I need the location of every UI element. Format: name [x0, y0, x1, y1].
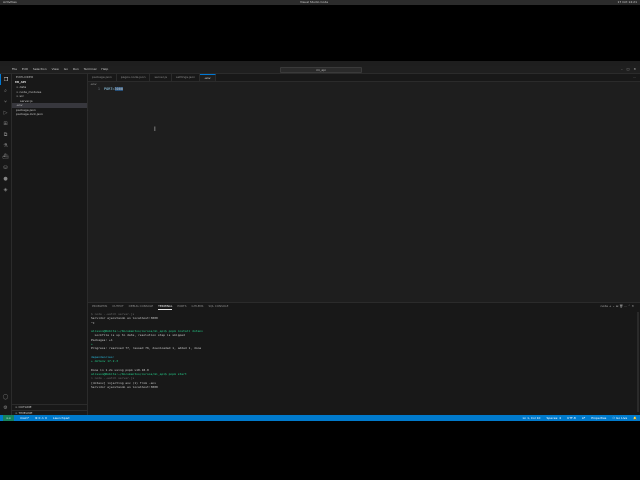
panel-tabs: PROBLEMS OUTPUT DEBUG CONSOLE TERMINAL PORTS… [88, 303, 640, 310]
remote-explorer-icon[interactable]: ⧉ [0, 129, 11, 140]
file-tree: > data > node_modules > src server.js .env pa… [12, 85, 87, 117]
menu-item[interactable]: Help [101, 66, 108, 73]
files-icon[interactable]: ❐ [0, 74, 11, 85]
editor-actions[interactable]: ⋯ [633, 74, 636, 81]
text-cursor-icon: I [154, 126, 156, 133]
editor-tab[interactable]: package.json [88, 74, 117, 81]
remote-indicator[interactable]: >< [3, 415, 15, 421]
status-item[interactable]: LF [582, 415, 585, 421]
app-name-label: Visual Studio Code [300, 0, 329, 4]
panel-tab[interactable]: TERMINAL [158, 303, 173, 310]
panel-tab[interactable]: GITLENS [192, 303, 204, 310]
terminal-line: Servidor ejecutando en localhost:3000 [91, 385, 158, 390]
status-item[interactable]: 🔔 [633, 415, 637, 421]
status-item[interactable]: ⚇ Go Live [612, 415, 627, 421]
search-icon[interactable]: ⌕ [0, 85, 11, 96]
system-top-bar: Activities Visual Studio Code 17 Oct 14:… [0, 0, 640, 5]
line-number: 1 [97, 87, 100, 91]
minimize-icon[interactable]: – [621, 66, 623, 73]
menu-item[interactable]: File [12, 66, 17, 73]
status-item[interactable]: ⊗ 0 ⚠ 0 [35, 415, 47, 421]
maximize-icon[interactable]: □ [627, 66, 630, 73]
bottom-panel: PROBLEMS OUTPUT DEBUG CONSOLE TERMINAL PORTS… [88, 302, 640, 416]
menu-item[interactable]: Go [64, 66, 68, 73]
panel-tab[interactable]: OUTPUT [112, 303, 123, 310]
code-editor[interactable]: 1 PORT=3000 [88, 87, 640, 302]
terminal-scrollbar[interactable] [637, 312, 639, 412]
menu-item[interactable]: Terminal [84, 66, 97, 73]
menu-item[interactable]: Run [73, 66, 79, 73]
editor-tab[interactable]: server.js [150, 74, 173, 81]
code-line: 1 PORT=3000 [88, 87, 640, 92]
panel-tab[interactable]: PORTS [177, 303, 186, 310]
docker-icon[interactable]: ⛴ [0, 151, 11, 162]
menu-item[interactable]: Edit [22, 66, 28, 73]
editor-tab[interactable]: pagos-node.json [117, 74, 151, 81]
database-icon[interactable]: ⛁ [0, 162, 11, 173]
code-text[interactable]: PORT=3000 [104, 87, 123, 92]
env-key: PORT= [104, 87, 115, 91]
menu-bar: File Edit Selection View Go Run Terminal Help [12, 66, 108, 73]
editor-tab[interactable]: .env [200, 74, 216, 81]
status-item[interactable]: UTF-8 [567, 415, 576, 421]
github-icon[interactable]: ● [0, 173, 11, 184]
clock[interactable]: 17 Oct 14:21 [617, 0, 637, 5]
panel-actions[interactable]: node + ⌄ ⊟ 🗑 … ⌃ ✕ [600, 303, 634, 310]
panel-tab[interactable]: DEBUG CONSOLE [129, 303, 154, 310]
accounts-icon[interactable]: ◯ [0, 391, 11, 402]
activity-bar: ❐ ⌕ ⑂ ▷ ⊞ ⧉ ⚗ ⛴ ⛁ ● ◈ ◯ ⚙ [0, 74, 12, 415]
explorer-sidebar: EXPLORER MI_API > data > node_modules > sr… [12, 74, 88, 415]
editor-tab[interactable]: settings.json [172, 74, 201, 81]
settings-icon[interactable]: ⚙ [0, 402, 11, 413]
copilot-icon[interactable]: ◈ [0, 184, 11, 195]
env-value: 3000 [114, 87, 123, 91]
editor-tabs: package.json pagos-node.json server.js sett… [88, 74, 640, 82]
file-tree-item[interactable]: package-lock.json [12, 112, 87, 117]
testing-icon[interactable]: ⚗ [0, 140, 11, 151]
panel-tab[interactable]: SQL CONSOLE [208, 303, 228, 310]
status-item[interactable]: main* [20, 415, 29, 421]
menu-item[interactable]: View [52, 66, 59, 73]
window-controls: – □ ✕ [621, 66, 636, 73]
menu-item[interactable]: Selection [33, 66, 47, 73]
status-bar: >< main* ⊗ 0 ⚠ 0 Launchpad Ln 1, Col 10 Spa… [0, 415, 640, 421]
source-control-icon[interactable]: ⑂ [0, 96, 11, 107]
status-item[interactable]: Properties [591, 415, 606, 421]
activities-label[interactable]: Activities [3, 0, 17, 5]
extensions-icon[interactable]: ⊞ [0, 118, 11, 129]
command-center[interactable]: mi_api [280, 67, 362, 73]
run-debug-icon[interactable]: ▷ [0, 107, 11, 118]
status-item[interactable]: Spaces: 4 [546, 415, 561, 421]
vscode-window: File Edit Selection View Go Run Terminal Help m… [0, 61, 640, 421]
status-item[interactable]: Ln 1, Col 10 [523, 415, 541, 421]
panel-tab[interactable]: PROBLEMS [92, 303, 107, 310]
close-icon[interactable]: ✕ [633, 66, 636, 73]
sidebar-bottom-sections: > OUTLINE > TIMELINE [12, 404, 87, 415]
title-bar: File Edit Selection View Go Run Terminal Help m… [0, 66, 640, 74]
terminal-output[interactable]: $ node --watch server.js Servidor ejecuta… [91, 312, 631, 389]
status-item[interactable]: Launchpad [53, 415, 70, 421]
